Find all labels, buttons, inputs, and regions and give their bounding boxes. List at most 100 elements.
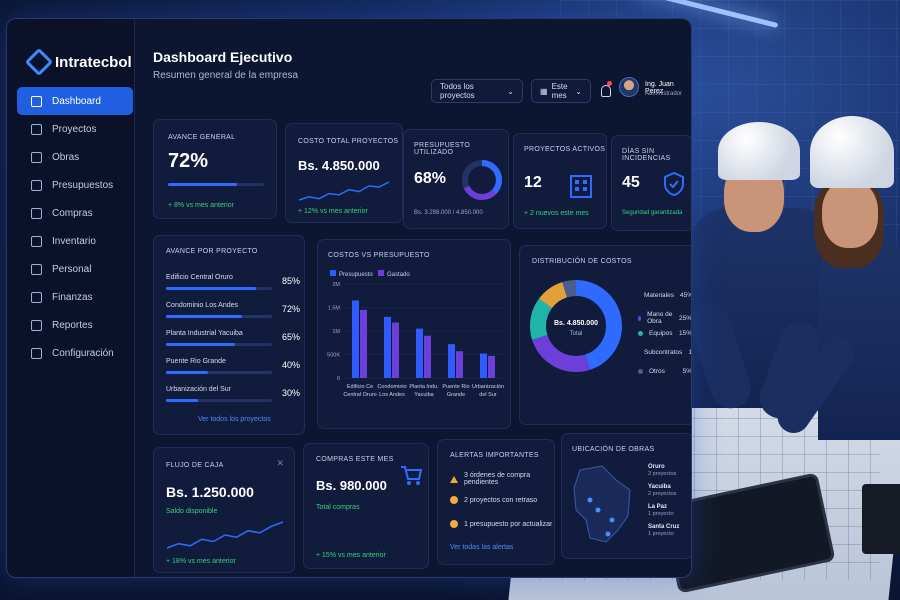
cashflow-sparkline [166,521,284,549]
project-row-name[interactable]: Condominio Los Andes [166,302,238,309]
flujo-note: Saldo disponible [166,508,218,515]
project-progress-bar [166,371,272,374]
compras-card[interactable]: Compras este mes Bs. 980.000 Total compr… [303,443,429,569]
sidebar-item-reportes[interactable]: Reportes [17,311,133,339]
chevron-down-icon: ⌄ [507,86,514,96]
bar-gastado [456,351,463,378]
brand[interactable]: Intratecbol [7,19,134,83]
legend-name: Subcontratos [644,349,683,356]
user-icon [31,263,42,275]
bar-gastado [424,335,431,378]
donut-legend-item: Equipos 15% [638,330,692,337]
city-item[interactable]: La Paz 1 proyecto [648,504,674,517]
sidebar-item-dashboard[interactable]: Dashboard [17,87,133,115]
bolivia-map [573,465,631,543]
legend-swatch [378,270,384,276]
costos-chart-card: Costos vs Presupuesto Presupuesto Gastado… [317,239,511,429]
chevron-down-icon: ⌄ [575,86,582,96]
legend-value: 10% [688,349,692,356]
legend-value: 15% [678,330,692,337]
sidebar-item-label: Obras [52,151,80,163]
kpi-incidencias-card[interactable]: Días sin incidencias 45 Seguridad garant… [611,135,691,231]
sidebar-item-inventario[interactable]: Inventario [17,227,133,255]
sidebar-item-proyectos[interactable]: Proyectos [17,115,133,143]
avatar[interactable] [619,77,639,97]
bell-icon[interactable] [601,85,611,97]
legend-name: Otros [649,368,665,375]
view-all-projects-link[interactable]: Ver todos los proyectos [198,416,271,423]
alert-item[interactable]: 3 órdenes de compra pendientes [450,472,554,486]
info-icon [450,520,458,528]
donut-center-value: Bs. 4.850.000 [554,320,598,327]
clock-icon [450,496,458,504]
kpi-label: Avance general [168,134,236,141]
flujo-card[interactable]: Flujo de caja ✕ Bs. 1.250.000 Saldo disp… [153,447,295,573]
user-role: Administrador [645,91,683,97]
main-content: Dashboard Ejecutivo Resumen general de l… [135,19,691,577]
alert-text: 3 órdenes de compra pendientes [464,472,531,486]
project-row-name[interactable]: Puente Rio Grande [166,358,226,365]
city-item[interactable]: Santa Cruz 1 proyecto [648,524,679,537]
kpi-avance-card[interactable]: Avance general 72% + 8% vs mes anterior [153,119,277,219]
legend-value: 25% [678,314,692,322]
sidebar-item-label: Personal [52,263,92,275]
project-row-name[interactable]: Edificio Central Oruro [166,274,233,281]
page-subtitle: Resumen general de la empresa [153,70,299,81]
project-row-pct: 40% [282,360,301,370]
bar-gastado [488,355,495,378]
card-title: Avance por proyecto [166,248,258,255]
alert-item[interactable]: 2 proyectos con retraso [450,496,537,504]
x-tick-label: del Sur [479,392,497,398]
kpi-value: 45 [622,174,640,191]
sidebar-item-finanzas[interactable]: Finanzas [17,283,133,311]
legend-dot [638,331,643,336]
kpi-presupuesto-card[interactable]: Presupuesto utilizado 68% Bs. 3.298.000 … [403,129,509,229]
kpi-value: 12 [524,174,542,191]
legend-label: Presupuesto [339,272,373,278]
x-tick-label: Central Oruro [343,392,376,398]
kpi-note: Seguridad garantizada [622,210,683,216]
y-tick-label: 0 [337,376,340,382]
shield-icon [664,172,684,196]
x-tick-label: Edificio Ce [347,384,373,390]
sparkline-path [166,521,284,549]
y-tick-label: 1M [332,329,340,335]
sidebar-item-label: Compras [52,207,93,219]
kpi-delta: + 2 nuevos este mes [524,210,589,217]
project-row-name[interactable]: Planta Industrial Yacuiba [166,330,243,337]
project-row-name[interactable]: Urbanización del Sur [166,386,231,393]
sidebar-item-presupuestos[interactable]: Presupuestos [17,171,133,199]
kpi-costo-card[interactable]: Costo total proyectos Bs. 4.850.000 + 12… [285,123,403,223]
x-tick-label: Planta Indu. [409,384,439,390]
kpi-value: 68% [414,170,447,187]
close-icon[interactable]: ✕ [276,458,284,469]
legend-name: Materiales [644,292,674,299]
city-item[interactable]: Yacuiba 2 proyectos [648,484,676,497]
building-icon [31,151,42,163]
project-filter-value: Todos los proyectos [440,82,475,100]
notification-badge [607,81,612,86]
x-tick-label: Urbanización [472,384,504,390]
building-icon [570,175,592,198]
project-progress-bar [166,343,272,346]
x-tick-label: Los Andes [379,392,405,398]
bar-presupuesto [352,300,359,378]
project-row-pct: 30% [282,388,301,398]
sidebar-item-compras[interactable]: Compras [17,199,133,227]
kpi-activos-card[interactable]: Proyectos activos 12 + 2 nuevos este mes [513,133,607,229]
page-title: Dashboard Ejecutivo [153,49,293,65]
y-tick-label: 500K [327,353,340,359]
sidebar-item-obras[interactable]: Obras [17,143,133,171]
project-filter-select[interactable]: Todos los proyectos ⌄ [431,79,523,103]
card-title: Flujo de caja [166,462,224,469]
view-all-alerts-link[interactable]: Ver todas las alertas [450,544,513,551]
compras-note: Total compras [316,504,360,511]
alert-item[interactable]: 1 presupuesto por actualizar [450,520,552,528]
period-filter-select[interactable]: ▦ Este mes ⌄ [531,79,591,103]
sidebar-item-personal[interactable]: Personal [17,255,133,283]
sidebar: Intratecbol Dashboard Proyectos Obras Pr… [7,19,135,577]
sidebar-item-configuracion[interactable]: Configuración [17,339,133,367]
flujo-value: Bs. 1.250.000 [166,484,254,500]
y-tick-label: 2M [332,282,340,288]
city-item[interactable]: Oruro 3 proyectos [648,464,676,477]
